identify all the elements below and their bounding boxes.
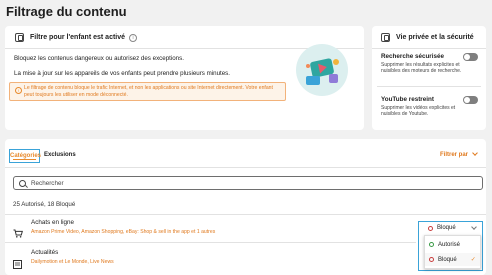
safe-search-toggle[interactable]	[463, 53, 478, 61]
search-input[interactable]: Rechercher	[13, 176, 483, 190]
child-filter-line1: Bloquez les contenus dangereux ou autori…	[14, 55, 184, 62]
category-count: 25 Autorisé, 18 Bloqué	[13, 201, 76, 208]
chevron-down-icon	[471, 150, 478, 156]
notice-box: ! Le filtrage de contenu bloque le trafi…	[9, 82, 286, 101]
category-title: Actualités	[31, 249, 59, 256]
cart-icon	[13, 225, 23, 243]
divider	[5, 167, 486, 168]
privacy-header: Vie privée et la sécurité	[381, 33, 474, 42]
privacy-title: Vie privée et la sécurité	[396, 34, 474, 41]
tab-categories[interactable]: Catégories	[9, 149, 41, 163]
status-dropdown-menu: Autorisé Bloqué ✓	[424, 235, 481, 269]
divider	[377, 86, 481, 87]
phone-icon	[381, 33, 390, 42]
divider	[5, 214, 486, 215]
search-placeholder: Rechercher	[31, 179, 64, 187]
status-option-label: Bloqué	[438, 256, 457, 263]
child-filter-line2: La mise à jour sur les appareils de vos …	[14, 70, 230, 77]
status-option-allowed[interactable]: Autorisé	[425, 238, 480, 251]
tab-exclusions[interactable]: Exclusions	[44, 152, 76, 158]
media-illustration-graphic	[306, 58, 339, 85]
child-filter-header: Filtre pour l'enfant est activé i	[15, 33, 138, 42]
filter-by-dropdown[interactable]: Filtrer par	[440, 150, 478, 158]
chevron-down-icon	[470, 224, 477, 230]
blocked-icon	[429, 257, 434, 262]
news-icon	[13, 256, 23, 274]
status-option-label: Autorisé	[438, 241, 461, 248]
media-illustration	[296, 44, 348, 96]
category-sites[interactable]: Amazon Prime Video, Amazon Shopping, eBa…	[31, 229, 215, 235]
child-filter-card: Filtre pour l'enfant est activé i Bloque…	[5, 26, 364, 130]
youtube-restricted-desc: Supprimer les vidéos explicites et nuisi…	[381, 105, 456, 118]
youtube-restricted-toggle[interactable]	[463, 96, 478, 104]
page-title: Filtrage du contenu	[6, 4, 127, 19]
check-icon: ✓	[470, 257, 476, 263]
status-selected-label: Bloqué	[437, 225, 456, 231]
info-icon[interactable]: i	[129, 33, 138, 42]
allowed-icon	[429, 242, 434, 247]
category-sites[interactable]: Dailymotion et Le Monde, Live News	[31, 259, 114, 265]
safe-search-title: Recherche sécurisée	[381, 53, 445, 60]
categories-card	[5, 139, 486, 275]
device-icon	[15, 33, 24, 42]
youtube-restricted-title: YouTube restreint	[381, 96, 434, 103]
safe-search-desc: Supprimer les résultats explicites et nu…	[381, 62, 462, 75]
notice-text: Le filtrage de contenu bloque le trafic …	[24, 85, 273, 98]
divider	[5, 242, 416, 243]
info-icon: !	[15, 87, 22, 94]
status-option-blocked[interactable]: Bloqué ✓	[425, 253, 480, 266]
filter-by-label: Filtrer par	[440, 152, 469, 158]
privacy-card: Vie privée et la sécurité Recherche sécu…	[372, 26, 486, 130]
status-selected[interactable]: Bloqué	[428, 224, 477, 231]
blocked-icon	[428, 225, 433, 231]
child-filter-title: Filtre pour l'enfant est activé	[30, 34, 126, 41]
search-icon	[19, 180, 26, 187]
divider	[372, 48, 486, 49]
category-title: Achats en ligne	[31, 219, 75, 226]
